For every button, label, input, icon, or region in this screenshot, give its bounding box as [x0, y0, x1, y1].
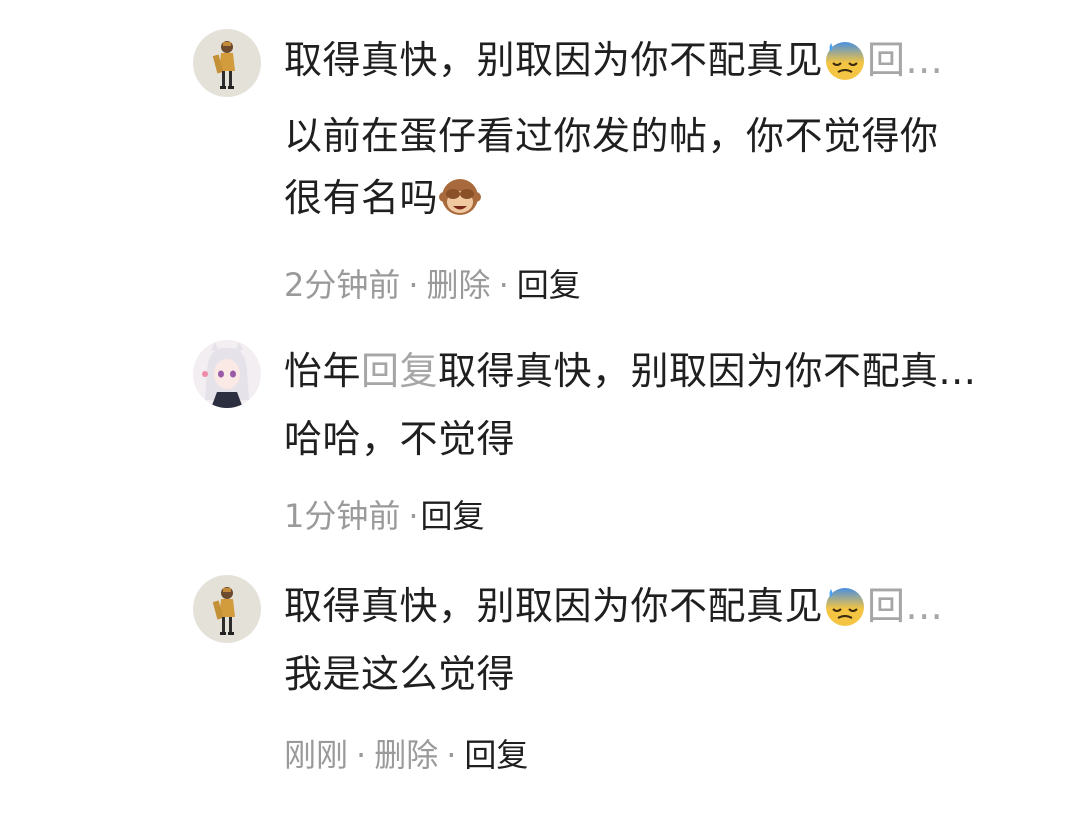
see-no-evil-monkey-emoji-icon	[438, 175, 482, 219]
comment-body: 以前在蛋仔看过你发的帖，你不觉得你 很有名吗	[284, 105, 1044, 229]
comment-content: 取得真快，别取因为你不配真见 回... 以前在蛋仔看过你发的帖，你不觉得你 很有名…	[284, 29, 1044, 307]
anxious-sweat-face-emoji-icon	[823, 583, 867, 627]
comment-content: 取得真快，别取因为你不配真见 回... 我是这么觉得 刚刚 · 删除 · 回复	[284, 575, 1044, 777]
timestamp: 刚刚	[284, 736, 349, 774]
separator-dot: ·	[356, 736, 367, 774]
comment-content: 怡年回复取得真快，别取因为你不配真... 哈哈，不觉得 1分钟前 ·回复	[284, 340, 1044, 538]
comment-body-line: 很有名吗	[284, 176, 439, 220]
timestamp: 1分钟前	[284, 497, 401, 535]
comment-body: 我是这么觉得	[284, 643, 1044, 705]
comment-body: 哈哈，不觉得	[284, 408, 1044, 470]
separator-dot: ·	[408, 497, 419, 535]
comment-meta: 2分钟前 · 删除 · 回复	[284, 263, 1044, 307]
reply-button[interactable]: 回复	[464, 736, 528, 774]
author-name[interactable]: 怡年	[284, 349, 361, 393]
comment-body-line-wrap: 很有名吗	[284, 167, 1044, 229]
comment-body-line: 哈哈，不觉得	[284, 417, 516, 461]
comment-body-line: 我是这么觉得	[284, 652, 516, 696]
anxious-sweat-face-emoji-icon	[823, 37, 867, 81]
quoted-text: 取得真快，别取因为你不配真见	[284, 38, 824, 82]
avatar[interactable]	[193, 340, 261, 408]
reply-target-line[interactable]: 取得真快，别取因为你不配真见 回...	[284, 29, 1044, 91]
reply-target-line[interactable]: 怡年回复取得真快，别取因为你不配真...	[284, 340, 1044, 402]
reply-target-line[interactable]: 取得真快，别取因为你不配真见 回...	[284, 575, 1044, 637]
comment-meta: 刚刚 · 删除 · 回复	[284, 733, 1044, 777]
avatar[interactable]	[193, 29, 261, 97]
quoted-text-tail: 回...	[867, 584, 944, 628]
separator-dot: ·	[446, 736, 457, 774]
comment-meta: 1分钟前 ·回复	[284, 494, 1044, 538]
separator-dot: ·	[498, 266, 509, 304]
avatar[interactable]	[193, 575, 261, 643]
quoted-text: 取得真快，别取因为你不配真见	[284, 584, 824, 628]
reply-button[interactable]: 回复	[421, 497, 485, 535]
delete-button[interactable]: 删除	[427, 266, 491, 304]
separator-dot: ·	[408, 266, 419, 304]
quoted-text: 取得真快，别取因为你不配真...	[438, 349, 977, 393]
delete-button[interactable]: 删除	[374, 736, 438, 774]
comment-body-line: 以前在蛋仔看过你发的帖，你不觉得你	[284, 114, 939, 158]
reply-word: 回复	[361, 349, 439, 393]
quoted-text-tail: 回...	[867, 38, 944, 82]
timestamp: 2分钟前	[284, 266, 401, 304]
reply-button[interactable]: 回复	[517, 266, 581, 304]
